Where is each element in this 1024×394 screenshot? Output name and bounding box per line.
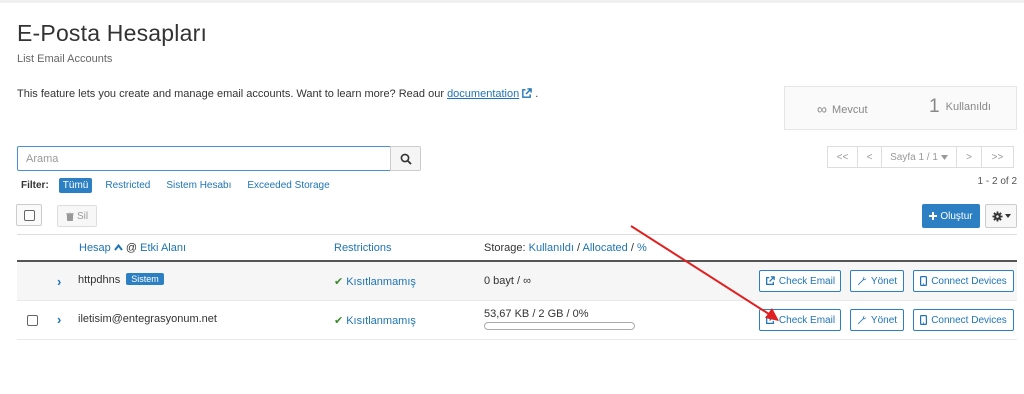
next-page-button[interactable]: > bbox=[957, 146, 982, 168]
connect-devices-label: Connect Devices bbox=[931, 314, 1007, 326]
gear-icon bbox=[991, 210, 1003, 222]
mobile-icon bbox=[920, 315, 928, 325]
manage-label: Yönet bbox=[870, 275, 898, 287]
search-input[interactable] bbox=[17, 146, 391, 171]
restriction-status: Kısıtlanmamış bbox=[346, 276, 416, 288]
storage-usage-bar bbox=[484, 322, 635, 330]
caret-down-icon bbox=[1004, 214, 1011, 218]
delete-button[interactable]: Sil bbox=[57, 205, 97, 227]
check-icon: ✔ bbox=[334, 276, 344, 288]
manage-button[interactable]: Yönet bbox=[850, 309, 904, 331]
email-accounts-table: Hesap @ Etki Alanı Restrictions Storage:… bbox=[17, 234, 1017, 340]
stat-available: ∞ Mevcut bbox=[817, 101, 868, 117]
caret-down-icon bbox=[940, 154, 948, 160]
stat-available-label: Mevcut bbox=[832, 104, 868, 116]
filter-bar: Filter: Tümü Restricted Sistem Hesabı Ex… bbox=[21, 178, 346, 193]
page-subtitle: List Email Accounts bbox=[17, 53, 113, 65]
last-page-button[interactable]: >> bbox=[982, 146, 1014, 168]
top-border bbox=[0, 0, 1024, 3]
pagination: << < Sayfa 1 / 1 > >> bbox=[827, 146, 1014, 168]
wrench-icon bbox=[857, 276, 867, 286]
select-all-checkbox[interactable] bbox=[16, 204, 42, 226]
feature-description: This feature lets you create and manage … bbox=[17, 88, 538, 100]
filter-system-account[interactable]: Sistem Hesabı bbox=[166, 180, 231, 191]
expand-chevron-icon[interactable]: › bbox=[57, 274, 61, 289]
checkbox-box bbox=[23, 209, 35, 221]
table-header: Hesap @ Etki Alanı Restrictions Storage:… bbox=[17, 234, 1017, 262]
restriction-status: Kısıtlanmamış bbox=[346, 315, 416, 327]
storage-value: 0 bayt / ∞ bbox=[484, 275, 531, 287]
external-link-icon bbox=[765, 315, 775, 324]
account-stats-panel: ∞ Mevcut 1 Kullanıldı bbox=[784, 86, 1017, 130]
trash-icon bbox=[65, 211, 74, 221]
infinity-icon: ∞ bbox=[817, 101, 827, 117]
table-row: › httpdhns Sistem ✔ Kısıtlanmamış 0 bayt /… bbox=[17, 262, 1017, 301]
header-at: @ bbox=[125, 242, 138, 254]
header-allocated[interactable]: Allocated bbox=[583, 242, 628, 254]
create-label: Oluştur bbox=[940, 210, 973, 222]
stat-used: 1 Kullanıldı bbox=[929, 96, 991, 118]
storage-cell: 53,67 KB / 2 GB / 0% bbox=[484, 308, 635, 330]
header-used[interactable]: Kullanıldı bbox=[529, 242, 574, 254]
description-suffix: . bbox=[535, 88, 539, 100]
page-select[interactable]: Sayfa 1 / 1 bbox=[882, 146, 957, 168]
header-storage: Storage: Kullanıldı / Allocated / % bbox=[484, 242, 647, 254]
filter-all[interactable]: Tümü bbox=[58, 178, 93, 193]
check-email-label: Check Email bbox=[778, 275, 836, 287]
restriction-cell[interactable]: ✔ Kısıtlanmamış bbox=[334, 314, 416, 327]
checkbox-box bbox=[27, 315, 38, 326]
filter-label: Filter: bbox=[21, 180, 49, 191]
header-storage-prefix: Storage: bbox=[484, 242, 526, 254]
manage-button[interactable]: Yönet bbox=[850, 270, 904, 292]
result-count: 1 - 2 of 2 bbox=[977, 176, 1017, 187]
header-account[interactable]: Hesap @ Etki Alanı bbox=[79, 242, 186, 254]
account-name: httpdhns bbox=[78, 274, 121, 286]
storage-value: 53,67 KB / 2 GB / 0% bbox=[484, 308, 589, 320]
page-title: E-Posta Hesapları bbox=[17, 20, 208, 46]
sort-asc-icon bbox=[114, 243, 123, 251]
check-icon: ✔ bbox=[334, 315, 344, 327]
table-row: › iletisim@entegrasyonum.net ✔ Kısıtlanma… bbox=[17, 301, 1017, 340]
header-domain[interactable]: Etki Alanı bbox=[140, 242, 186, 254]
prev-page-button[interactable]: < bbox=[858, 146, 882, 168]
check-email-button[interactable]: Check Email bbox=[759, 270, 841, 292]
wrench-icon bbox=[857, 315, 867, 325]
page-select-label: Sayfa 1 / 1 bbox=[890, 151, 938, 163]
restriction-cell[interactable]: ✔ Kısıtlanmamış bbox=[334, 275, 416, 288]
connect-devices-button[interactable]: Connect Devices bbox=[913, 309, 1014, 331]
documentation-link[interactable]: documentation bbox=[447, 88, 519, 100]
delete-label: Sil bbox=[76, 210, 89, 222]
stat-used-label: Kullanıldı bbox=[945, 101, 991, 113]
search-button[interactable] bbox=[390, 146, 421, 171]
plus-icon bbox=[929, 212, 938, 220]
external-link-icon bbox=[765, 276, 775, 285]
header-restrictions[interactable]: Restrictions bbox=[334, 242, 391, 254]
mobile-icon bbox=[920, 276, 928, 286]
check-email-button[interactable]: Check Email bbox=[759, 309, 841, 331]
external-link-icon[interactable] bbox=[521, 88, 533, 99]
header-sep1: / bbox=[576, 242, 581, 254]
filter-exceeded-storage[interactable]: Exceeded Storage bbox=[247, 180, 329, 191]
create-account-button[interactable]: Oluştur bbox=[922, 204, 980, 228]
expand-chevron-icon[interactable]: › bbox=[57, 312, 61, 327]
check-email-label: Check Email bbox=[778, 314, 836, 326]
system-badge: Sistem bbox=[126, 273, 164, 285]
account-cell: httpdhns Sistem bbox=[78, 273, 164, 286]
header-sep2: / bbox=[630, 242, 634, 254]
manage-label: Yönet bbox=[870, 314, 898, 326]
header-account-label: Hesap bbox=[79, 242, 111, 254]
connect-devices-button[interactable]: Connect Devices bbox=[913, 270, 1014, 292]
row-checkbox[interactable] bbox=[27, 315, 38, 329]
account-name: iletisim@entegrasyonum.net bbox=[78, 313, 217, 325]
settings-dropdown-button[interactable] bbox=[985, 204, 1017, 228]
first-page-button[interactable]: << bbox=[827, 146, 858, 168]
filter-restricted[interactable]: Restricted bbox=[105, 180, 150, 191]
header-percent[interactable]: % bbox=[637, 242, 647, 254]
connect-devices-label: Connect Devices bbox=[931, 275, 1007, 287]
search-icon bbox=[400, 153, 412, 165]
description-text: This feature lets you create and manage … bbox=[17, 88, 444, 100]
stat-used-count: 1 bbox=[929, 96, 940, 117]
